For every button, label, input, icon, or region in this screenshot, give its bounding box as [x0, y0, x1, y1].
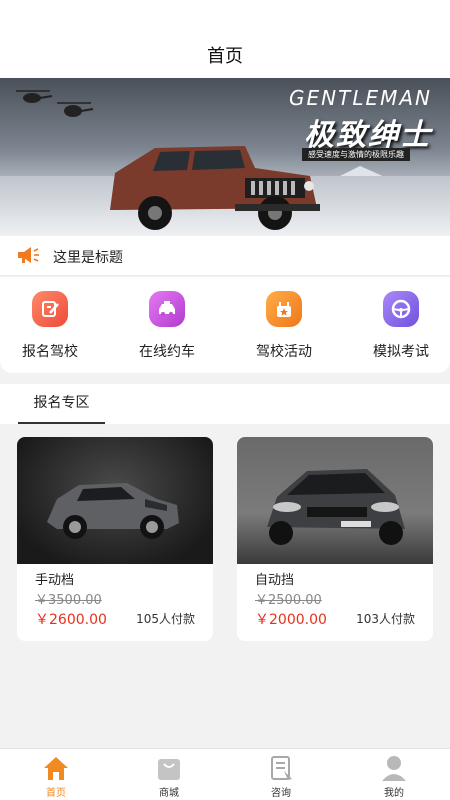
jeep-image — [110, 146, 320, 230]
notice-title: 这里是标题 — [53, 250, 123, 266]
home-icon — [41, 753, 71, 781]
product-card[interactable]: 手动档 ￥3500.00 ￥2600.00 105人付款 — [17, 437, 213, 641]
car-icon — [149, 291, 185, 327]
quick-action-label: 驾校活动 — [256, 344, 312, 360]
bottom-nav: 首页 商城 咨询 我的 — [0, 748, 450, 800]
banner-subline: 感受速度与激情的极限乐趣 — [302, 148, 410, 161]
product-name: 手动档 — [35, 573, 75, 588]
product-card[interactable]: 自动挡 ￥2500.00 ￥2000.00 103人付款 — [237, 437, 433, 641]
helicopter-icon — [57, 102, 94, 117]
quick-action-activity[interactable]: 驾校活动 — [234, 291, 334, 361]
megaphone-icon — [18, 247, 39, 263]
quick-action-label: 在线约车 — [139, 344, 195, 360]
nav-mall[interactable]: 商城 — [129, 753, 209, 799]
helicopter-icon — [16, 90, 53, 103]
product-price: ￥2600.00 — [35, 612, 107, 628]
nav-consult[interactable]: 咨询 — [241, 753, 321, 799]
nav-mine[interactable]: 我的 — [354, 753, 434, 799]
product-original-price: ￥2500.00 — [255, 593, 322, 608]
product-paid-count: 105人付款 — [136, 612, 195, 626]
consult-document-icon — [266, 753, 296, 781]
product-price: ￥2000.00 — [255, 612, 327, 628]
nav-label: 首页 — [46, 788, 66, 799]
nav-home[interactable]: 首页 — [16, 753, 96, 799]
product-original-price: ￥3500.00 — [35, 593, 102, 608]
nav-label: 我的 — [384, 788, 404, 799]
promo-banner[interactable]: GENTLEMAN 极致绅士 感受速度与激情的极限乐趣 — [0, 78, 450, 236]
steering-wheel-icon — [383, 291, 419, 327]
edit-note-icon — [32, 291, 68, 327]
quick-action-mock-exam[interactable]: 模拟考试 — [351, 291, 450, 361]
quick-action-enroll[interactable]: 报名驾校 — [0, 291, 100, 361]
enroll-section: 报名专区 手动档 ￥3500.00 ￥2600.00 105人付款 自动挡 ￥2… — [0, 384, 450, 748]
section-tabbar: 报名专区 — [0, 384, 450, 424]
product-name: 自动挡 — [255, 573, 295, 588]
gift-star-icon — [266, 291, 302, 327]
shopping-bag-icon — [154, 753, 184, 781]
quick-actions: 报名驾校 在线约车 驾校活动 模拟考试 — [0, 277, 450, 373]
quick-action-booking[interactable]: 在线约车 — [117, 291, 217, 361]
nav-label: 商城 — [159, 788, 179, 799]
app-header: 首页 — [0, 0, 450, 78]
product-image — [237, 437, 433, 564]
page-title: 首页 — [207, 46, 243, 67]
quick-action-label: 报名驾校 — [22, 344, 78, 360]
product-paid-count: 103人付款 — [356, 612, 415, 626]
nav-label: 咨询 — [271, 788, 291, 799]
tab-enroll-zone[interactable]: 报名专区 — [18, 384, 105, 424]
quick-action-label: 模拟考试 — [373, 344, 429, 360]
user-icon — [379, 753, 409, 781]
notice-bar[interactable]: 这里是标题 — [0, 236, 450, 276]
banner-headline-en: GENTLEMAN — [289, 86, 432, 110]
product-image — [17, 437, 213, 564]
